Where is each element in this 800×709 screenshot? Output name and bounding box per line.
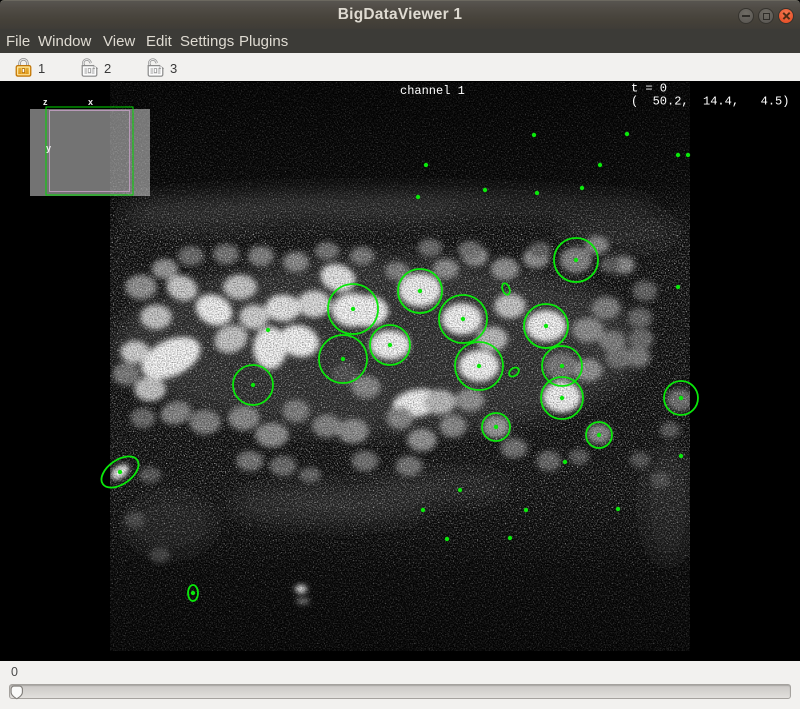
svg-text:( 50.2, 14.4, 4.5): ( 50.2, 14.4, 4.5) [631, 95, 789, 109]
svg-text:t = 0: t = 0 [631, 82, 667, 96]
svg-text:x: x [88, 97, 93, 107]
svg-text:z: z [43, 97, 48, 107]
svg-text:y: y [46, 143, 51, 153]
svg-text:channel 1: channel 1 [400, 84, 465, 98]
